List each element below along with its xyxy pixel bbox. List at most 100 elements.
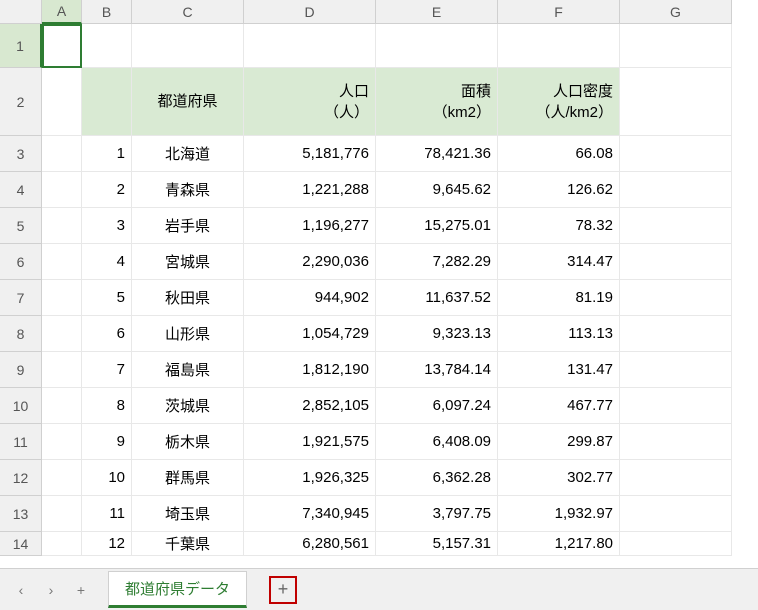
col-header-E[interactable]: E [376, 0, 498, 24]
cell-density-6[interactable]: 314.47 [498, 244, 620, 280]
cell-name-14[interactable]: 千葉県 [132, 532, 244, 556]
col-header-B[interactable]: B [82, 0, 132, 24]
cell-D1[interactable] [244, 24, 376, 68]
cell-pop-12[interactable]: 1,926,325 [244, 460, 376, 496]
cell-A2[interactable] [42, 68, 82, 136]
cell-num-13[interactable]: 11 [82, 496, 132, 532]
cell-name-4[interactable]: 青森県 [132, 172, 244, 208]
row-header-11[interactable]: 11 [0, 424, 42, 460]
cell-pop-9[interactable]: 1,812,190 [244, 352, 376, 388]
header-density[interactable]: 人口密度（人/km2） [498, 68, 620, 136]
cell-density-14[interactable]: 1,217.80 [498, 532, 620, 556]
row-header-5[interactable]: 5 [0, 208, 42, 244]
cell-name-13[interactable]: 埼玉県 [132, 496, 244, 532]
cell-A13[interactable] [42, 496, 82, 532]
cell-C1[interactable] [132, 24, 244, 68]
cell-num-14[interactable]: 12 [82, 532, 132, 556]
row-header-14[interactable]: 14 [0, 532, 42, 556]
cell-A6[interactable] [42, 244, 82, 280]
cell-G10[interactable] [620, 388, 732, 424]
col-header-G[interactable]: G [620, 0, 732, 24]
cell-num-8[interactable]: 6 [82, 316, 132, 352]
cell-area-6[interactable]: 7,282.29 [376, 244, 498, 280]
cell-num-5[interactable]: 3 [82, 208, 132, 244]
cell-num-7[interactable]: 5 [82, 280, 132, 316]
row-header-13[interactable]: 13 [0, 496, 42, 532]
cell-A11[interactable] [42, 424, 82, 460]
cell-area-10[interactable]: 6,097.24 [376, 388, 498, 424]
cell-pop-4[interactable]: 1,221,288 [244, 172, 376, 208]
cell-area-11[interactable]: 6,408.09 [376, 424, 498, 460]
cell-A9[interactable] [42, 352, 82, 388]
header-prefecture[interactable]: 都道府県 [132, 68, 244, 136]
cell-pop-8[interactable]: 1,054,729 [244, 316, 376, 352]
cell-pop-5[interactable]: 1,196,277 [244, 208, 376, 244]
cell-density-5[interactable]: 78.32 [498, 208, 620, 244]
cell-name-6[interactable]: 宮城県 [132, 244, 244, 280]
cell-G1[interactable] [620, 24, 732, 68]
cell-area-13[interactable]: 3,797.75 [376, 496, 498, 532]
cell-E1[interactable] [376, 24, 498, 68]
row-header-8[interactable]: 8 [0, 316, 42, 352]
row-header-3[interactable]: 3 [0, 136, 42, 172]
cell-A14[interactable] [42, 532, 82, 556]
cell-A7[interactable] [42, 280, 82, 316]
cell-A5[interactable] [42, 208, 82, 244]
cell-num-12[interactable]: 10 [82, 460, 132, 496]
cell-G7[interactable] [620, 280, 732, 316]
col-header-F[interactable]: F [498, 0, 620, 24]
cell-area-5[interactable]: 15,275.01 [376, 208, 498, 244]
row-header-12[interactable]: 12 [0, 460, 42, 496]
cell-num-11[interactable]: 9 [82, 424, 132, 460]
cell-pop-7[interactable]: 944,902 [244, 280, 376, 316]
cell-density-8[interactable]: 113.13 [498, 316, 620, 352]
row-header-1[interactable]: 1 [0, 24, 42, 68]
cell-G5[interactable] [620, 208, 732, 244]
cell-name-9[interactable]: 福島県 [132, 352, 244, 388]
cell-pop-10[interactable]: 2,852,105 [244, 388, 376, 424]
cell-density-11[interactable]: 299.87 [498, 424, 620, 460]
cell-num-10[interactable]: 8 [82, 388, 132, 424]
cell-G8[interactable] [620, 316, 732, 352]
add-sheet-button[interactable]: + [269, 576, 297, 604]
row-header-7[interactable]: 7 [0, 280, 42, 316]
header-population[interactable]: 人口（人） [244, 68, 376, 136]
row-header-2[interactable]: 2 [0, 68, 42, 136]
cell-area-3[interactable]: 78,421.36 [376, 136, 498, 172]
cell-name-3[interactable]: 北海道 [132, 136, 244, 172]
cell-pop-11[interactable]: 1,921,575 [244, 424, 376, 460]
cell-density-13[interactable]: 1,932.97 [498, 496, 620, 532]
cell-area-12[interactable]: 6,362.28 [376, 460, 498, 496]
cell-density-3[interactable]: 66.08 [498, 136, 620, 172]
cell-A3[interactable] [42, 136, 82, 172]
cell-G13[interactable] [620, 496, 732, 532]
row-header-6[interactable]: 6 [0, 244, 42, 280]
cell-G4[interactable] [620, 172, 732, 208]
prev-sheet-button[interactable]: ‹ [8, 577, 34, 603]
cell-B2[interactable] [82, 68, 132, 136]
cell-G2[interactable] [620, 68, 732, 136]
cell-area-9[interactable]: 13,784.14 [376, 352, 498, 388]
cell-pop-13[interactable]: 7,340,945 [244, 496, 376, 532]
cell-area-7[interactable]: 11,637.52 [376, 280, 498, 316]
col-header-A[interactable]: A [42, 0, 82, 24]
cell-area-8[interactable]: 9,323.13 [376, 316, 498, 352]
cell-A1[interactable] [42, 24, 82, 68]
add-nav-button[interactable]: + [68, 577, 94, 603]
cell-A12[interactable] [42, 460, 82, 496]
cell-pop-14[interactable]: 6,280,561 [244, 532, 376, 556]
header-area[interactable]: 面積（km2） [376, 68, 498, 136]
col-header-D[interactable]: D [244, 0, 376, 24]
cell-name-7[interactable]: 秋田県 [132, 280, 244, 316]
cell-F1[interactable] [498, 24, 620, 68]
select-all-corner[interactable] [0, 0, 42, 24]
cell-density-4[interactable]: 126.62 [498, 172, 620, 208]
cell-name-12[interactable]: 群馬県 [132, 460, 244, 496]
row-header-4[interactable]: 4 [0, 172, 42, 208]
cell-G3[interactable] [620, 136, 732, 172]
cell-name-11[interactable]: 栃木県 [132, 424, 244, 460]
cell-area-4[interactable]: 9,645.62 [376, 172, 498, 208]
cell-name-5[interactable]: 岩手県 [132, 208, 244, 244]
cell-num-3[interactable]: 1 [82, 136, 132, 172]
cell-A8[interactable] [42, 316, 82, 352]
